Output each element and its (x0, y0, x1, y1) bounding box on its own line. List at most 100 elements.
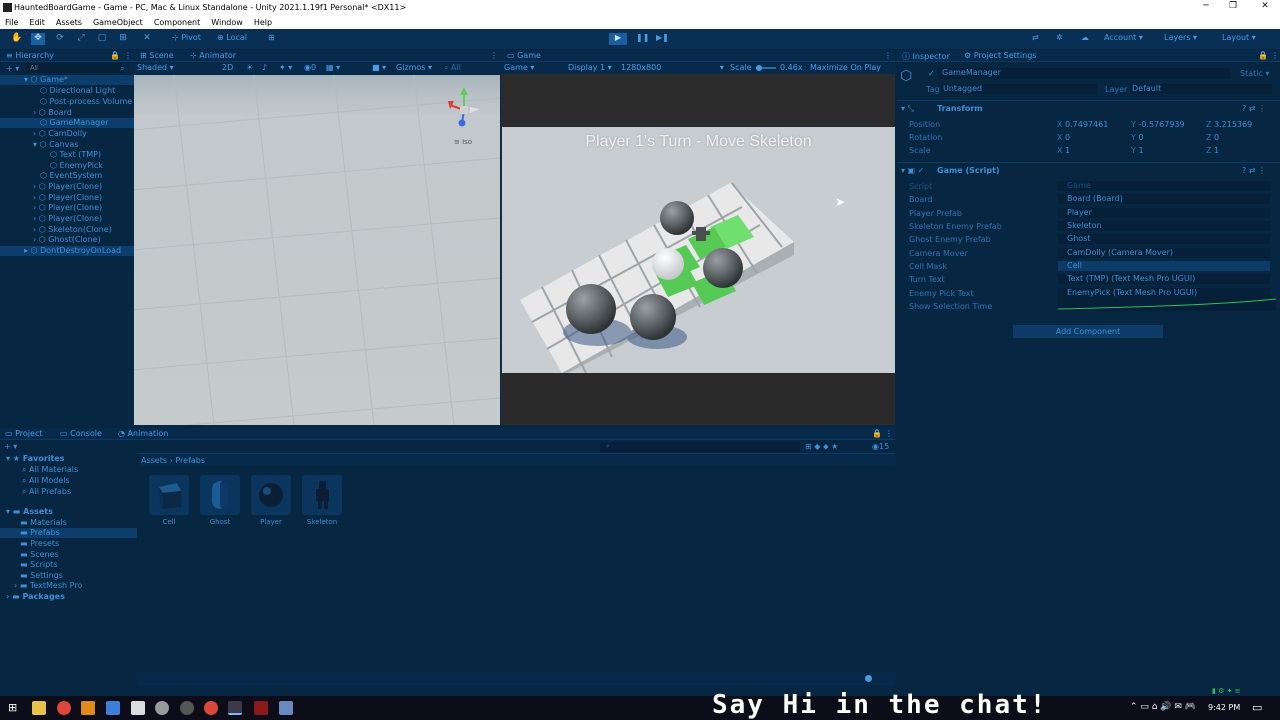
position-z-field[interactable]: Z 3.215369 (1206, 120, 1252, 129)
app-icon-5[interactable] (131, 701, 145, 715)
create-button[interactable]: + ▾ (6, 64, 19, 73)
play-button[interactable]: ▶ (609, 33, 627, 45)
maximize-on-play-toggle[interactable]: Maximize On Play (810, 63, 881, 72)
favorites-all-materials[interactable]: ⌕ All Materials (22, 465, 78, 475)
2d-toggle[interactable]: 2D (222, 63, 233, 72)
app-icon-11[interactable] (279, 701, 293, 715)
effects-dropdown-icon[interactable]: ✦ ▾ (279, 63, 292, 72)
move-tool-icon[interactable]: ✥ (31, 33, 45, 45)
lighting-toggle-icon[interactable]: ☀ (246, 63, 253, 72)
transform-header[interactable]: ▾ ⤡ Transform ? ⇄ ⋮ (897, 100, 1280, 114)
hierarchy-item-dontdestroyonload[interactable]: ▸ ⬡ DontDestroyOnLoad (24, 246, 121, 255)
menu-component[interactable]: Component (154, 18, 200, 27)
game-script-header[interactable]: ▾ ▣ ✓ Game (Script) ? ⇄ ⋮ (897, 162, 1280, 176)
camera-icon[interactable]: ■ ▾ (372, 63, 386, 72)
rect-tool-icon[interactable]: ▢ (95, 33, 109, 45)
project-menu-icon[interactable]: ⋮ (885, 429, 893, 438)
hand-tool-icon[interactable]: ✋ (10, 33, 24, 45)
packages-header[interactable]: › ▬ Packages (6, 592, 65, 601)
scene-orientation-gizmo[interactable] (444, 85, 494, 145)
chrome-icon-2[interactable] (204, 701, 218, 715)
project-create-button[interactable]: + ▾ (4, 442, 17, 451)
folder-settings[interactable]: ▬ Settings (20, 571, 63, 580)
field-value-turn-text[interactable]: Text (TMP) (Text Mesh Pro UGUI) (1058, 274, 1270, 284)
account-dropdown[interactable]: Account ▾ (1104, 33, 1143, 45)
field-value-ghost-enemy-prefab[interactable]: Ghost (1058, 234, 1270, 244)
inspector-lock-icon[interactable]: 🔒 (1258, 51, 1268, 60)
rotation-z-field[interactable]: Z 0 (1206, 133, 1219, 142)
active-checkbox[interactable]: ✓ (928, 69, 935, 78)
shading-dropdown[interactable]: Shaded ▾ (137, 63, 174, 72)
hidden-objects-icon[interactable]: ◉0 (304, 63, 316, 72)
tab-project[interactable]: ▭ Project (5, 429, 42, 438)
snap-icon[interactable]: ⊞ (268, 33, 275, 45)
app-icon-7[interactable] (180, 701, 194, 715)
add-component-button[interactable]: Add Component (1013, 325, 1163, 338)
field-value-camera-mover[interactable]: CamDolly (Camera Mover) (1058, 248, 1270, 258)
app-icon-6[interactable] (155, 701, 169, 715)
hidden-packages-icon[interactable]: ◉15 (872, 442, 889, 451)
tab-animation[interactable]: ◔ Animation (118, 429, 168, 438)
prefab-player[interactable] (251, 475, 291, 515)
tab-console[interactable]: ▭ Console (60, 429, 102, 438)
rotation-x-field[interactable]: X 0 (1057, 133, 1070, 142)
obs-icon[interactable] (254, 701, 268, 715)
folder-scripts[interactable]: ▬ Scripts (20, 560, 57, 569)
minimize-icon[interactable]: ─ (1193, 1, 1219, 14)
hierarchy-item-player-clone-2[interactable]: › ⬡ Player(Clone) (33, 193, 102, 202)
step-button[interactable]: ▶❚ (656, 33, 669, 45)
script-help-icon[interactable]: ? ⇄ ⋮ (1242, 166, 1266, 175)
scene-viewport[interactable]: ≡ Iso (134, 75, 500, 425)
folder-materials[interactable]: ▬ Materials (20, 518, 67, 527)
folder-presets[interactable]: ▬ Presets (20, 539, 59, 548)
assets-header[interactable]: ▾ ▬ Assets (6, 507, 53, 516)
file-explorer-icon[interactable] (32, 701, 46, 715)
services-icon[interactable]: ✲ (1056, 33, 1063, 45)
tab-animator[interactable]: ⊹ Animator (190, 51, 236, 60)
local-button[interactable]: ⊕ Local (217, 33, 247, 45)
game-menu-icon[interactable]: ⋮ (884, 51, 892, 60)
hierarchy-item-text-tmp[interactable]: ⬡ Text (TMP) (50, 150, 101, 159)
pivot-button[interactable]: ⊹ Pivot (172, 33, 201, 45)
field-value-skeleton-enemy-prefab[interactable]: Skeleton (1058, 221, 1270, 231)
transform-help-icon[interactable]: ? ⇄ ⋮ (1242, 104, 1266, 113)
scene-search-field[interactable]: ⌕ All (444, 63, 461, 73)
rotation-y-field[interactable]: Y 0 (1131, 133, 1144, 142)
folder-scenes[interactable]: ▬ Scenes (20, 550, 59, 559)
hierarchy-item-skeleton-clone[interactable]: › ⬡ Skeleton(Clone) (33, 225, 112, 234)
inspector-menu-icon[interactable]: ⋮ (1271, 51, 1279, 60)
breadcrumb-prefabs[interactable]: Prefabs (175, 456, 205, 465)
tag-dropdown[interactable]: Untagged (941, 84, 1097, 94)
pause-button[interactable]: ❚❚ (636, 33, 649, 45)
transform-tool-icon[interactable]: ⊞ (116, 33, 130, 45)
start-icon[interactable]: ⊞ (8, 701, 22, 715)
rotate-tool-icon[interactable]: ⟳ (53, 33, 67, 45)
scale-y-field[interactable]: Y 1 (1131, 146, 1144, 155)
tray-icons[interactable]: ⌃ ▭ ⌂ 🔊 ✉ 🎮 (1130, 702, 1196, 712)
tab-scene[interactable]: ⊞ Scene (140, 51, 174, 60)
field-value-cell-mask[interactable]: Cell (1058, 261, 1270, 271)
panel-menu-icon[interactable]: ⋮ (124, 51, 132, 60)
resolution-dropdown[interactable]: 1280x800 ▾ (621, 63, 724, 72)
menu-file[interactable]: File (5, 18, 18, 27)
vlc-icon[interactable] (81, 701, 95, 715)
field-value-board[interactable]: Board (Board) (1058, 194, 1270, 204)
scene-menu-icon[interactable]: ⋮ (490, 51, 498, 60)
icon-size-slider[interactable] (865, 675, 872, 682)
scale-tool-icon[interactable]: ⤢ (74, 33, 88, 45)
project-search-input[interactable]: ⌕ (600, 442, 800, 452)
menu-help[interactable]: Help (254, 18, 272, 27)
menu-assets[interactable]: Assets (56, 18, 82, 27)
filter-icons[interactable]: ⊞ ◆ ⬥ ★ (805, 442, 838, 452)
breadcrumb-assets[interactable]: Assets (141, 456, 167, 465)
hierarchy-item-canvas[interactable]: ▾ ⬡ Canvas (33, 140, 78, 149)
field-value-player-prefab[interactable]: Player (1058, 208, 1270, 218)
chrome-icon[interactable] (57, 701, 71, 715)
folder-textmesh-pro[interactable]: › ▬ TextMesh Pro (14, 581, 82, 590)
scale-z-field[interactable]: Z 1 (1206, 146, 1219, 155)
prefab-skeleton[interactable] (302, 475, 342, 515)
scene-camera-icon[interactable]: ▦ ▾ (326, 63, 340, 72)
collab-icon[interactable]: ⇄ (1032, 33, 1039, 45)
layout-dropdown[interactable]: Layout ▾ (1222, 33, 1256, 45)
tab-game[interactable]: ▭ Game (507, 51, 541, 60)
